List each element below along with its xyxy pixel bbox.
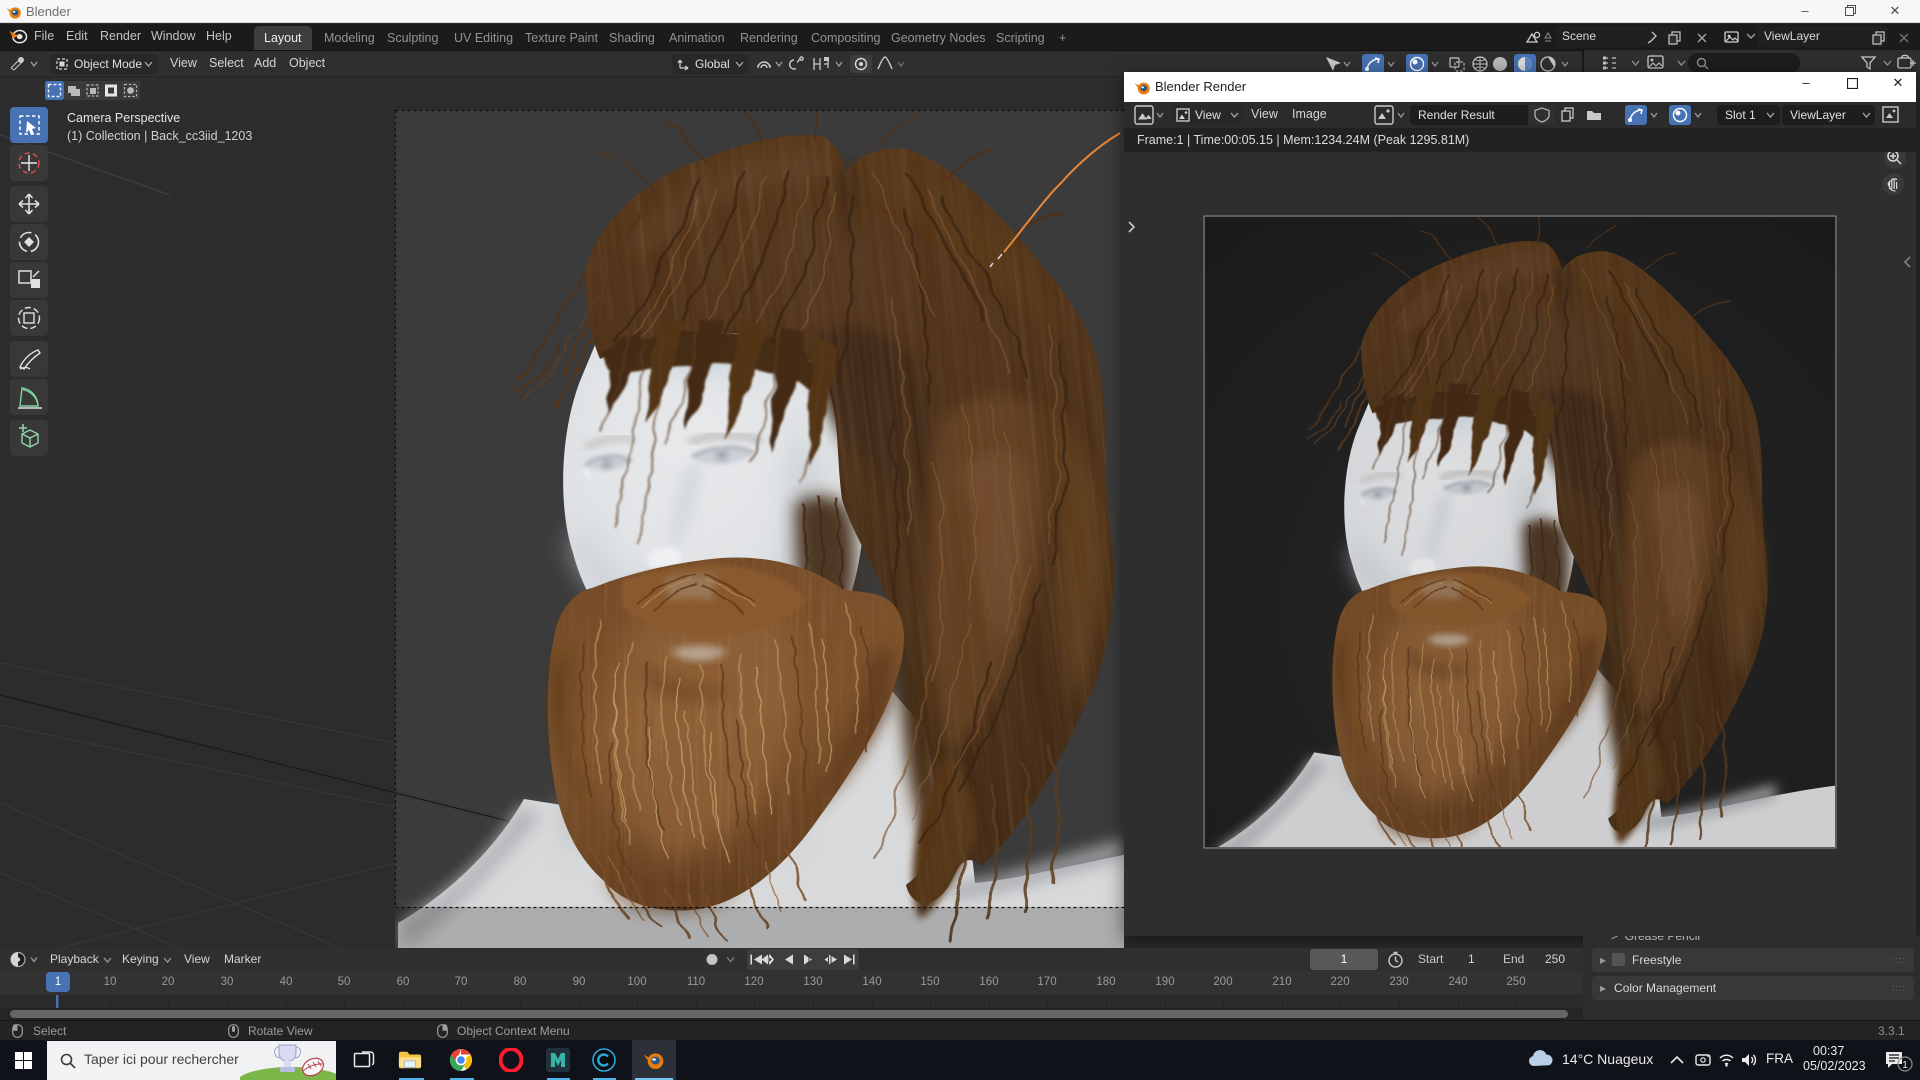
svg-text:Camera Perspective: Camera Perspective bbox=[67, 111, 180, 125]
svg-text:(1) Collection | Back_cc3iid_1: (1) Collection | Back_cc3iid_1203 bbox=[67, 129, 252, 143]
svg-text:1: 1 bbox=[1902, 1060, 1908, 1071]
